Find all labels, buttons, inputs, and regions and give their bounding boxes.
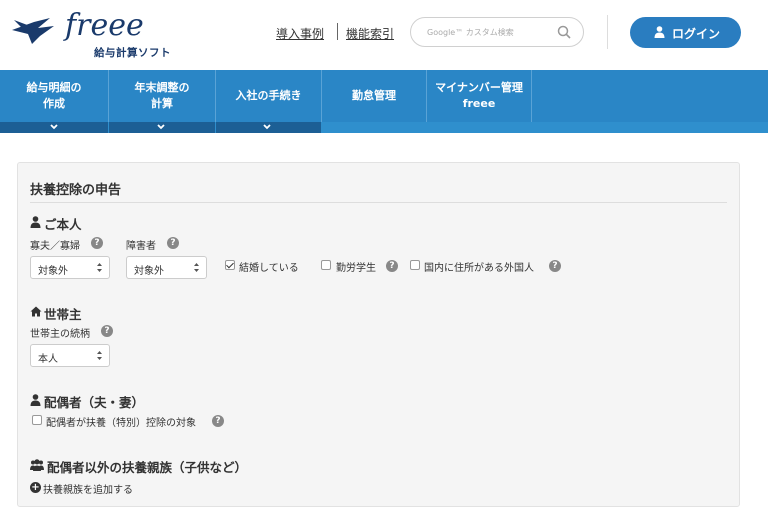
widow-select-value: 対象外 bbox=[38, 266, 68, 277]
household-section-heading: 世帯主 bbox=[30, 304, 150, 322]
nav-label-line2: freee bbox=[462, 97, 496, 110]
search-input[interactable]: Google™ カスタム検索 bbox=[410, 17, 584, 47]
disability-select[interactable]: 対象外 bbox=[126, 256, 207, 279]
nav-label-line1: 給与明細の bbox=[26, 81, 82, 94]
user-icon bbox=[30, 216, 41, 228]
home-icon bbox=[30, 306, 42, 317]
nav-label-line1: 年末調整の bbox=[134, 81, 190, 94]
dependents-heading-text: 配偶者以外の扶養親族（子供など） bbox=[47, 460, 248, 475]
disability-select-value: 対象外 bbox=[134, 266, 164, 277]
help-icon[interactable]: ? bbox=[212, 415, 224, 427]
search-placeholder: Google™ カスタム検索 bbox=[427, 28, 514, 37]
help-icon[interactable]: ? bbox=[549, 260, 561, 272]
add-dependent-label: 扶養親族を追加する bbox=[43, 485, 133, 496]
student-label: 勤労学生 bbox=[336, 263, 376, 274]
chevron-down-icon[interactable] bbox=[50, 124, 58, 130]
help-icon[interactable]: ? bbox=[386, 260, 398, 272]
plus-circle-icon: + bbox=[30, 482, 41, 493]
freee-logo[interactable]: freee 給与計算ソフト bbox=[10, 8, 180, 59]
household-relation-label: 世帯主の続柄 bbox=[30, 329, 90, 340]
search-icon[interactable] bbox=[557, 25, 571, 39]
select-arrows-icon bbox=[194, 263, 199, 272]
logo-subtitle: 給与計算ソフト bbox=[94, 47, 171, 59]
nav-label: 入社の手続き bbox=[235, 89, 302, 102]
nav-label-line1: マイナンバー管理 bbox=[435, 81, 523, 94]
help-icon[interactable]: ? bbox=[91, 237, 103, 249]
site-header: freee 給与計算ソフト 導入事例 機能索引 Google™ カスタム検索 ロ… bbox=[0, 0, 768, 70]
logo-wordmark: freee bbox=[65, 8, 144, 43]
foreign-resident-label: 国内に住所がある外国人 bbox=[424, 263, 534, 274]
self-heading-text: ご本人 bbox=[44, 217, 82, 232]
widow-label: 寡夫／寡婦 bbox=[30, 241, 80, 252]
case-studies-link[interactable]: 導入事例 bbox=[276, 25, 324, 42]
widow-select[interactable]: 対象外 bbox=[30, 256, 110, 279]
main-nav: 給与明細の 作成 年末調整の 計算 入社の手続き 勤怠管理 マイナンバー管理 f… bbox=[0, 70, 768, 133]
users-icon bbox=[30, 459, 44, 471]
user-icon bbox=[654, 26, 665, 38]
nav-item-attendance[interactable]: 勤怠管理 bbox=[322, 70, 426, 133]
title-divider bbox=[30, 202, 727, 203]
help-icon[interactable]: ? bbox=[167, 237, 179, 249]
select-arrows-icon bbox=[97, 351, 102, 360]
nav-item-mynumber[interactable]: マイナンバー管理 freee bbox=[427, 70, 531, 133]
select-arrows-icon bbox=[97, 263, 102, 272]
dependents-section-heading: 配偶者以外の扶養親族（子供など） bbox=[30, 457, 290, 475]
login-label: ログイン bbox=[672, 27, 721, 41]
login-button[interactable]: ログイン bbox=[630, 17, 741, 48]
married-label: 結婚している bbox=[239, 263, 299, 274]
nav-label-line2: 作成 bbox=[43, 97, 65, 110]
chevron-down-icon[interactable] bbox=[157, 124, 165, 130]
foreign-resident-checkbox[interactable] bbox=[410, 260, 420, 270]
household-heading-text: 世帯主 bbox=[44, 307, 82, 322]
married-checkbox[interactable] bbox=[225, 260, 235, 270]
spouse-section-heading: 配偶者（夫・妻） bbox=[30, 392, 190, 410]
self-section-heading: ご本人 bbox=[30, 214, 150, 232]
user-icon bbox=[30, 394, 41, 406]
nav-divider bbox=[531, 70, 532, 122]
spouse-deduction-label: 配偶者が扶養（特別）控除の対象 bbox=[46, 418, 196, 429]
student-checkbox[interactable] bbox=[321, 260, 331, 270]
help-icon[interactable]: ? bbox=[101, 325, 113, 337]
spouse-deduction-checkbox[interactable] bbox=[32, 415, 42, 425]
household-relation-value: 本人 bbox=[38, 354, 58, 365]
nav-label-line2: 計算 bbox=[151, 97, 173, 110]
chevron-down-icon[interactable] bbox=[263, 124, 271, 130]
header-vertical-divider bbox=[607, 15, 608, 49]
spouse-heading-text: 配偶者（夫・妻） bbox=[44, 395, 145, 410]
household-relation-select[interactable]: 本人 bbox=[30, 344, 110, 367]
dependent-deduction-form: 扶養控除の申告 ご本人 寡夫／寡婦 ? 対象外 障害者 ? 対象外 結婚している… bbox=[17, 162, 740, 507]
disability-label: 障害者 bbox=[126, 241, 156, 252]
form-title: 扶養控除の申告 bbox=[30, 183, 122, 198]
feature-index-link[interactable]: 機能索引 bbox=[346, 25, 394, 42]
nav-label: 勤怠管理 bbox=[352, 89, 396, 102]
header-divider bbox=[337, 23, 338, 40]
